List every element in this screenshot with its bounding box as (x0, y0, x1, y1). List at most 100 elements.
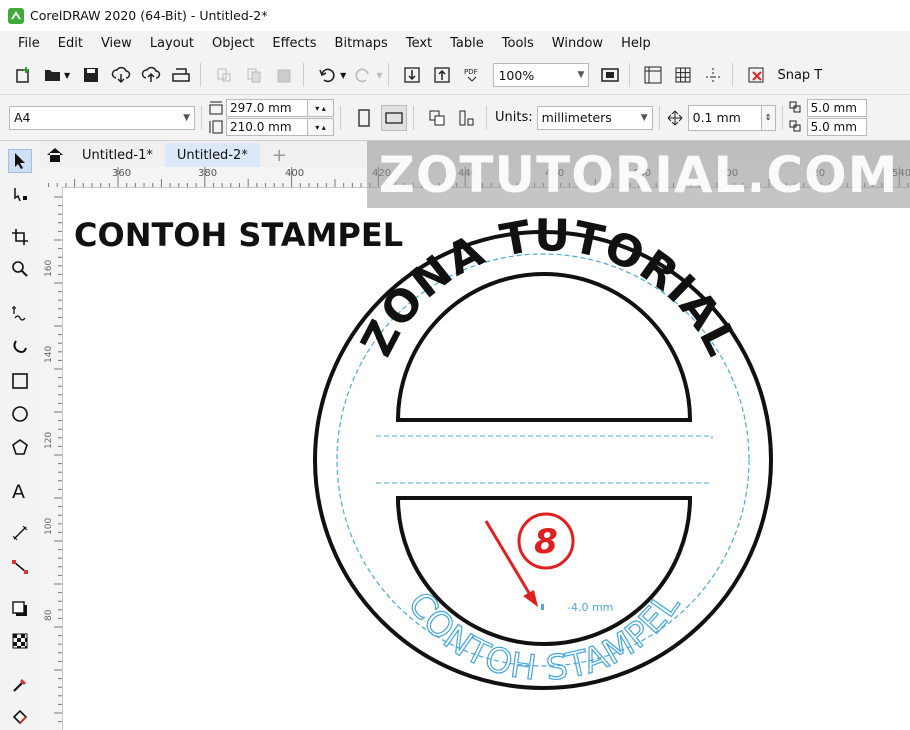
duplicate-y-icon (789, 120, 801, 132)
toolbox: A (0, 141, 41, 730)
redo-icon[interactable] (350, 62, 376, 88)
menu-edit[interactable]: Edit (58, 36, 97, 51)
paste-icon[interactable] (271, 62, 297, 88)
portrait-icon[interactable] (351, 105, 377, 131)
arc-top-text: ZONA TUTORIAL (351, 210, 747, 364)
zoom-tool-icon[interactable] (8, 257, 32, 281)
show-grid-icon[interactable] (670, 62, 696, 88)
export-icon[interactable] (429, 62, 455, 88)
units-combo[interactable]: millimeters ▼ (536, 105, 653, 130)
menu-table[interactable]: Table (450, 36, 498, 51)
ruler-label: 100 (44, 517, 54, 535)
page-height-stepper[interactable]: ▾ ▴ (308, 118, 334, 136)
save-icon[interactable] (78, 62, 104, 88)
page-width-stepper[interactable]: ▾ ▴ (308, 99, 334, 117)
redo-dropdown-icon[interactable]: ▼ (376, 71, 382, 80)
page-height-input[interactable]: 210.0 mm (226, 118, 308, 136)
import-icon[interactable] (399, 62, 425, 88)
menu-help[interactable]: Help (621, 36, 665, 51)
pick-tool-icon[interactable] (8, 149, 32, 173)
drop-shadow-tool-icon[interactable] (8, 597, 32, 621)
menu-file[interactable]: File (18, 36, 54, 51)
menu-object[interactable]: Object (212, 36, 268, 51)
eyedropper-tool-icon[interactable] (8, 673, 32, 697)
new-document-icon[interactable] (10, 62, 36, 88)
snap-to-label[interactable]: Snap T (777, 68, 822, 83)
freehand-tool-icon[interactable] (8, 301, 32, 325)
zoom-level-combo[interactable]: 100% ▼ (493, 63, 590, 87)
copy-icon[interactable] (241, 62, 267, 88)
export-pdf-icon[interactable]: PDF (459, 62, 485, 88)
page-size-combo[interactable]: A4 ▼ (9, 105, 195, 130)
landscape-icon[interactable] (381, 104, 407, 131)
toolbar-separator (629, 63, 631, 87)
crop-tool-icon[interactable] (8, 225, 32, 249)
drawing-canvas[interactable]: CONTOH STAMPEL ZONA TUTORIAL CONTOH STAM… (63, 188, 910, 730)
ruler-label: 160 (44, 259, 54, 277)
menu-view[interactable]: View (101, 36, 146, 51)
window-title: CorelDRAW 2020 (64-Bit) - Untitled-2* (30, 8, 268, 23)
nudge-distance-icon (667, 110, 682, 125)
cut-icon[interactable] (211, 62, 237, 88)
toolbar-separator (200, 63, 202, 87)
home-tab-icon[interactable] (40, 143, 70, 167)
menu-layout[interactable]: Layout (150, 36, 208, 51)
transparency-tool-icon[interactable] (8, 629, 32, 653)
tab-untitled-1[interactable]: Untitled-1* (70, 143, 165, 167)
rectangle-tool-icon[interactable] (8, 369, 32, 393)
selection-dashed-outline (376, 435, 713, 439)
artistic-media-tool-icon[interactable] (8, 335, 32, 359)
snap-off-icon[interactable] (743, 62, 769, 88)
show-guidelines-icon[interactable] (700, 62, 726, 88)
menu-tools[interactable]: Tools (502, 36, 548, 51)
open-folder-icon[interactable] (40, 62, 66, 88)
connector-tool-icon[interactable] (8, 555, 32, 579)
watermark: ZOTUTORIAL.COM (367, 141, 910, 208)
menu-bitmaps[interactable]: Bitmaps (335, 36, 402, 51)
stamp-artwork: CONTOH STAMPEL ZONA TUTORIAL CONTOH STAM… (74, 210, 773, 690)
annotation-arrow-head-icon (523, 590, 538, 607)
parallel-dimension-tool-icon[interactable] (8, 521, 32, 545)
print-icon[interactable] (168, 62, 194, 88)
open-dropdown-icon[interactable]: ▼ (64, 71, 70, 80)
vertical-ruler[interactable]: 160 140 120 100 80 (40, 187, 63, 730)
current-page-icon[interactable] (454, 105, 480, 131)
page-width-icon (209, 101, 223, 115)
duplicate-x-input[interactable]: 5.0 mm (806, 99, 867, 117)
nudge-distance-input[interactable]: 0.1 mm (687, 104, 762, 131)
standard-toolbar: ▼ ▼ ▼ PDF 100% ▼ Snap T (0, 56, 910, 95)
undo-icon[interactable] (314, 62, 340, 88)
full-screen-icon[interactable] (597, 62, 623, 88)
page-dimensions-group: 297.0 mm ▾ ▴ 210.0 mm ▾ ▴ (208, 99, 334, 136)
menu-bar: File Edit View Layout Object Effects Bit… (0, 31, 910, 56)
offset-label: -4.0 mm (567, 601, 613, 614)
tab-untitled-2[interactable]: Untitled-2* (164, 143, 260, 167)
ruler-label: 140 (44, 345, 54, 363)
text-tool-icon[interactable]: A (8, 479, 32, 503)
units-value: millimeters (541, 110, 612, 125)
menu-text[interactable]: Text (406, 36, 446, 51)
shape-tool-icon[interactable] (8, 183, 32, 207)
add-tab-icon[interactable]: + (260, 143, 299, 167)
all-pages-icon[interactable] (424, 105, 450, 131)
toolbar-separator (486, 105, 487, 130)
interactive-fill-tool-icon[interactable] (8, 705, 32, 729)
cloud-upload-icon[interactable] (138, 62, 164, 88)
duplicate-y-input[interactable]: 5.0 mm (806, 118, 867, 136)
page-width-input[interactable]: 297.0 mm (226, 99, 308, 117)
toolbar-separator (303, 63, 305, 87)
offset-handle (541, 604, 544, 610)
duplicate-x-icon (789, 101, 801, 113)
cloud-download-icon[interactable] (108, 62, 134, 88)
show-rulers-icon[interactable] (640, 62, 666, 88)
menu-effects[interactable]: Effects (272, 36, 330, 51)
nudge-stepper[interactable]: ⇕ (761, 104, 776, 131)
undo-dropdown-icon[interactable]: ▼ (340, 71, 346, 80)
toolbar-separator (781, 105, 783, 130)
polygon-tool-icon[interactable] (8, 435, 32, 459)
menu-window[interactable]: Window (552, 36, 617, 51)
ellipse-tool-icon[interactable] (8, 402, 32, 426)
svg-text:A: A (12, 481, 25, 501)
step-number: 8 (534, 522, 558, 562)
toolbar-separator (732, 63, 734, 87)
